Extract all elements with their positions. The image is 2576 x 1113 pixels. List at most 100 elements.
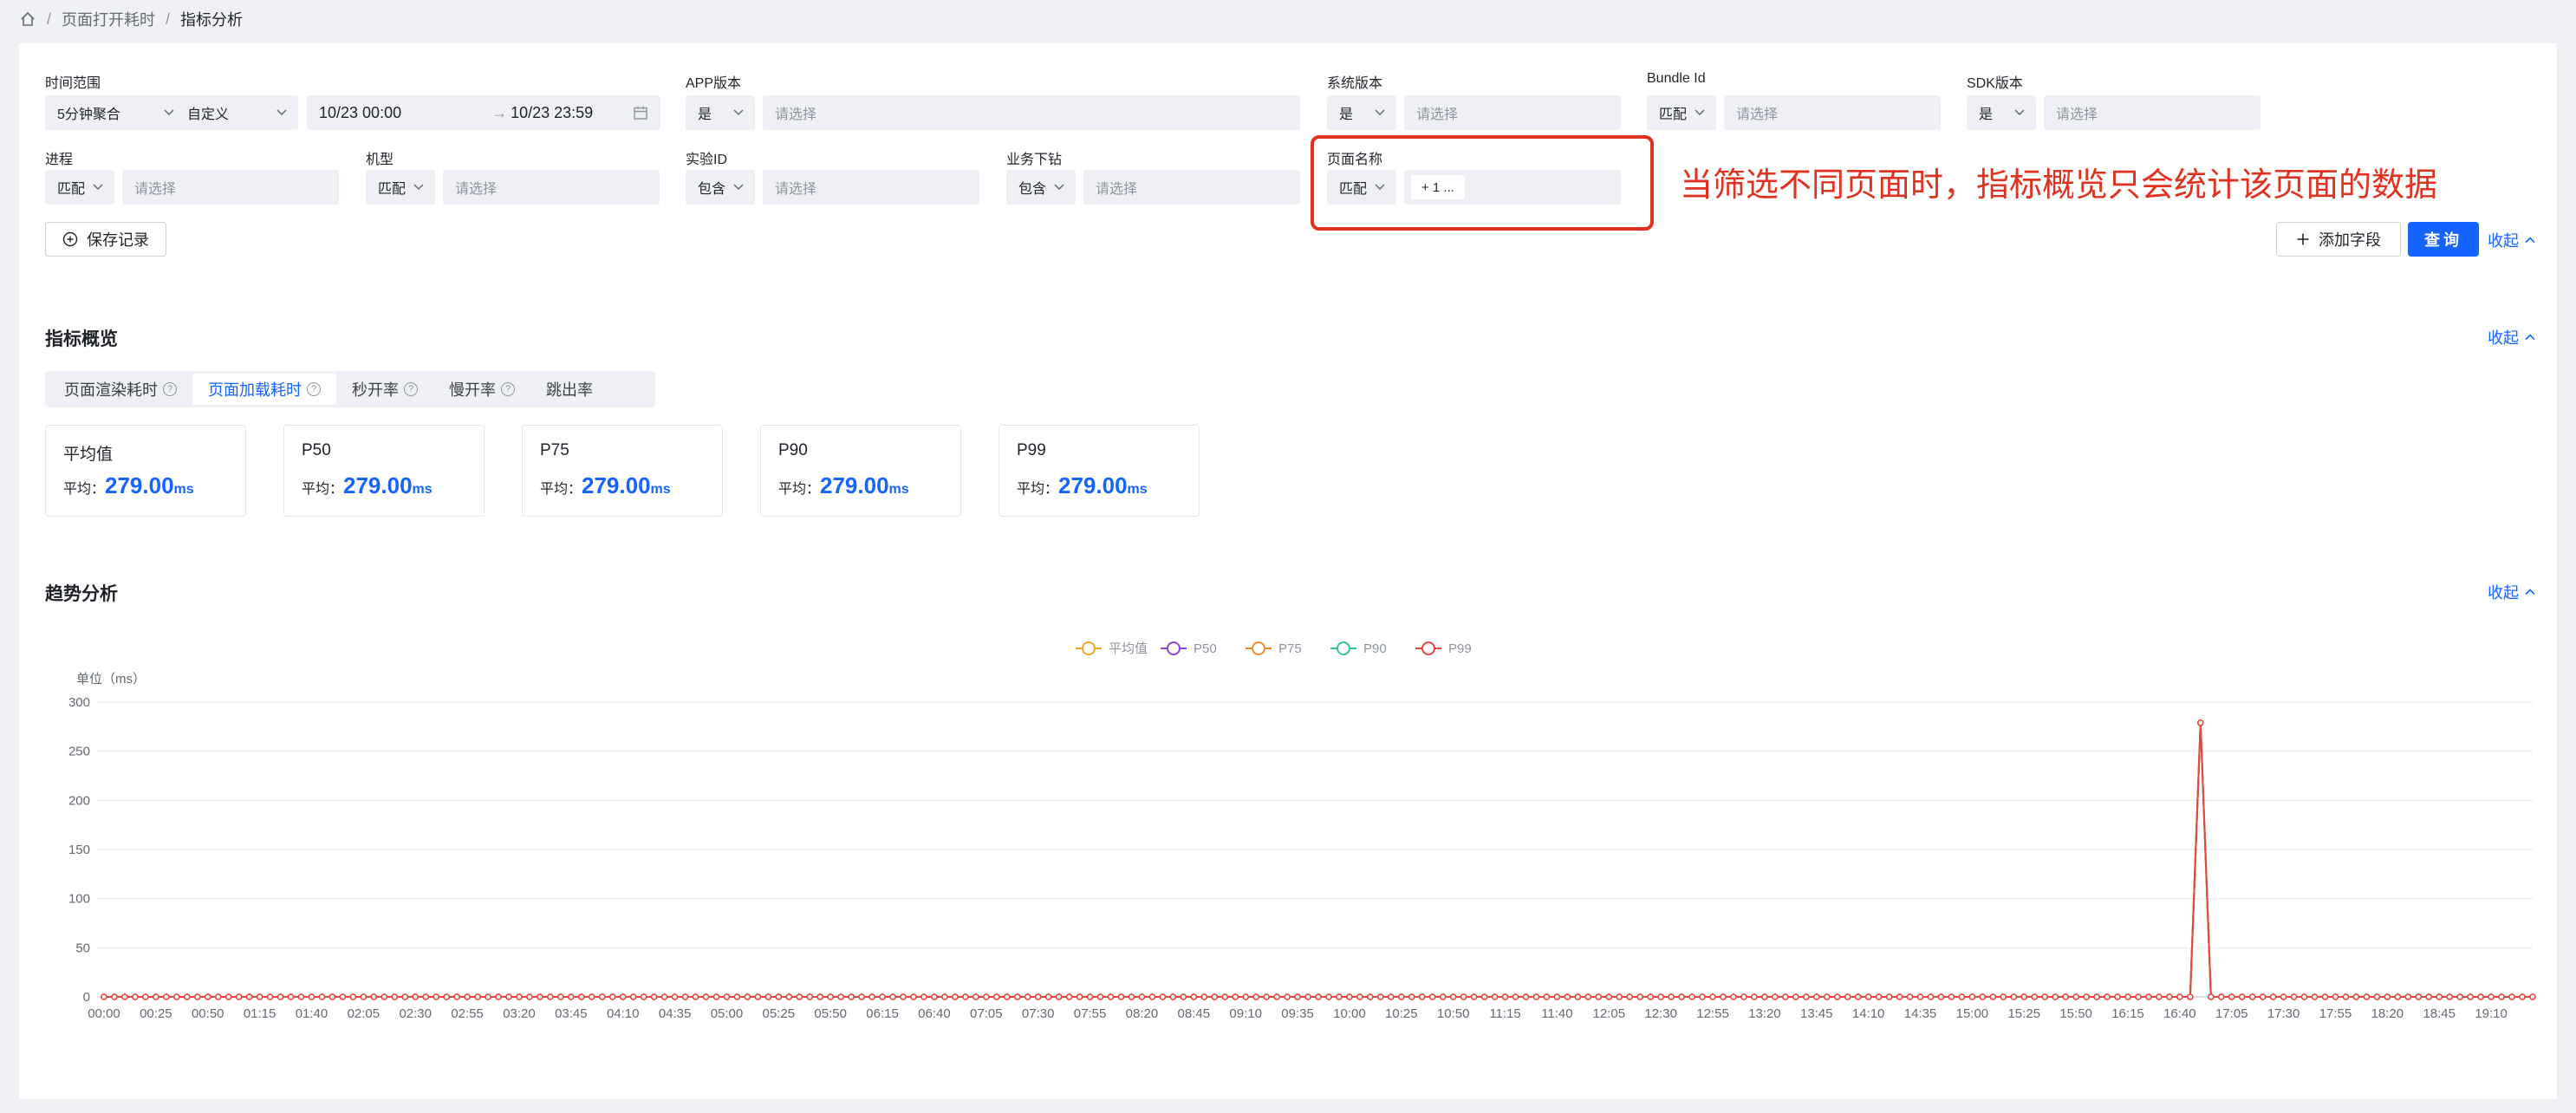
data-point[interactable] <box>806 993 814 1000</box>
data-point[interactable] <box>816 993 823 1000</box>
data-point[interactable] <box>712 993 720 1000</box>
data-point[interactable] <box>1086 993 1094 1000</box>
data-point[interactable] <box>941 993 948 1000</box>
data-point[interactable] <box>1263 993 1270 1000</box>
data-point[interactable] <box>1543 993 1551 1000</box>
data-point[interactable] <box>1699 993 1706 1000</box>
data-point[interactable] <box>1813 993 1820 1000</box>
data-point[interactable] <box>1428 993 1436 1000</box>
data-point[interactable] <box>1772 993 1779 1000</box>
data-point[interactable] <box>2104 993 2111 1000</box>
data-point[interactable] <box>754 993 762 1000</box>
data-point[interactable] <box>2508 993 2515 1000</box>
data-point[interactable] <box>1989 993 1997 1000</box>
data-point[interactable] <box>2446 993 2453 1000</box>
data-point[interactable] <box>2404 993 2412 1000</box>
data-point[interactable] <box>1844 993 1851 1000</box>
legend-item[interactable]: 平均值 <box>1076 641 1148 656</box>
data-point[interactable] <box>1958 993 1966 1000</box>
data-point[interactable] <box>1678 993 1685 1000</box>
data-point[interactable] <box>1336 993 1343 1000</box>
data-point[interactable] <box>121 993 128 1000</box>
data-point[interactable] <box>2010 993 2018 1000</box>
data-point[interactable] <box>1668 993 1675 1000</box>
data-point[interactable] <box>1232 993 1239 1000</box>
data-point[interactable] <box>526 993 533 1000</box>
data-point[interactable] <box>1107 993 1115 1000</box>
data-point[interactable] <box>204 993 211 1000</box>
data-point[interactable] <box>2352 993 2360 1000</box>
data-point[interactable] <box>2498 993 2505 1000</box>
data-point[interactable] <box>1252 993 1259 1000</box>
data-point[interactable] <box>1491 993 1499 1000</box>
data-point[interactable] <box>796 993 803 1000</box>
breadcrumb-item-page-open-time[interactable]: 页面打开耗时 <box>62 8 155 30</box>
data-point[interactable] <box>557 993 564 1000</box>
data-point[interactable] <box>1916 993 1924 1000</box>
data-point[interactable] <box>339 993 347 1000</box>
data-point[interactable] <box>1284 993 1291 1000</box>
data-point[interactable] <box>224 993 232 1000</box>
data-point[interactable] <box>1242 993 1249 1000</box>
data-point[interactable] <box>1200 993 1208 1000</box>
data-point[interactable] <box>2300 993 2308 1000</box>
data-point[interactable] <box>412 993 419 1000</box>
data-point[interactable] <box>2020 993 2028 1000</box>
data-point[interactable] <box>1948 993 1955 1000</box>
data-point[interactable] <box>214 993 222 1000</box>
data-point[interactable] <box>1803 993 1810 1000</box>
data-point[interactable] <box>433 993 439 1000</box>
data-point[interactable] <box>276 993 284 1000</box>
data-point[interactable] <box>1004 993 1011 1000</box>
data-point[interactable] <box>329 993 336 1000</box>
data-point[interactable] <box>1367 993 1374 1000</box>
data-point[interactable] <box>1854 993 1862 1000</box>
data-point[interactable] <box>111 993 118 1000</box>
data-point[interactable] <box>910 993 917 1000</box>
data-point[interactable] <box>1346 993 1353 1000</box>
data-point[interactable] <box>889 993 896 1000</box>
data-point[interactable] <box>2425 993 2433 1000</box>
data-point[interactable] <box>101 993 107 1000</box>
data-point[interactable] <box>2000 993 2007 1000</box>
data-point[interactable] <box>2083 993 2090 1000</box>
data-point[interactable] <box>2280 993 2287 1000</box>
data-point[interactable] <box>2332 993 2339 1000</box>
data-point[interactable] <box>2321 993 2329 1000</box>
data-point[interactable] <box>1024 993 1031 1000</box>
data-point[interactable] <box>401 993 409 1000</box>
legend-item[interactable]: P90 <box>1330 641 1387 656</box>
data-point[interactable] <box>1937 993 1945 1000</box>
data-point[interactable] <box>973 993 979 1000</box>
legend-item[interactable]: P75 <box>1246 641 1302 656</box>
data-point[interactable] <box>1065 993 1073 1000</box>
data-point[interactable] <box>1449 993 1457 1000</box>
data-point[interactable] <box>2208 993 2215 1000</box>
data-point[interactable] <box>547 993 554 1000</box>
data-point[interactable] <box>163 993 170 1000</box>
data-point[interactable] <box>1096 993 1104 1000</box>
data-point[interactable] <box>589 993 595 1000</box>
data-point[interactable] <box>1398 993 1405 1000</box>
data-point[interactable] <box>256 993 263 1000</box>
data-point[interactable] <box>287 993 295 1000</box>
data-point[interactable] <box>2477 993 2484 1000</box>
data-point[interactable] <box>1460 993 1467 1000</box>
data-point[interactable] <box>608 993 616 1000</box>
data-point[interactable] <box>2529 993 2536 1000</box>
data-point[interactable] <box>1013 993 1021 1000</box>
data-point[interactable] <box>2415 993 2423 1000</box>
data-point[interactable] <box>2394 993 2402 1000</box>
data-point[interactable] <box>775 993 783 1000</box>
data-point[interactable] <box>1159 993 1167 1000</box>
data-point[interactable] <box>2363 993 2371 1000</box>
data-point[interactable] <box>2093 993 2100 1000</box>
data-point[interactable] <box>671 993 679 1000</box>
data-point[interactable] <box>2124 993 2131 1000</box>
data-point[interactable] <box>2456 993 2463 1000</box>
data-point[interactable] <box>568 993 575 1000</box>
data-point[interactable] <box>2187 993 2194 1000</box>
data-point[interactable] <box>318 993 326 1000</box>
data-point[interactable] <box>1076 993 1083 1000</box>
data-point[interactable] <box>1927 993 1935 1000</box>
